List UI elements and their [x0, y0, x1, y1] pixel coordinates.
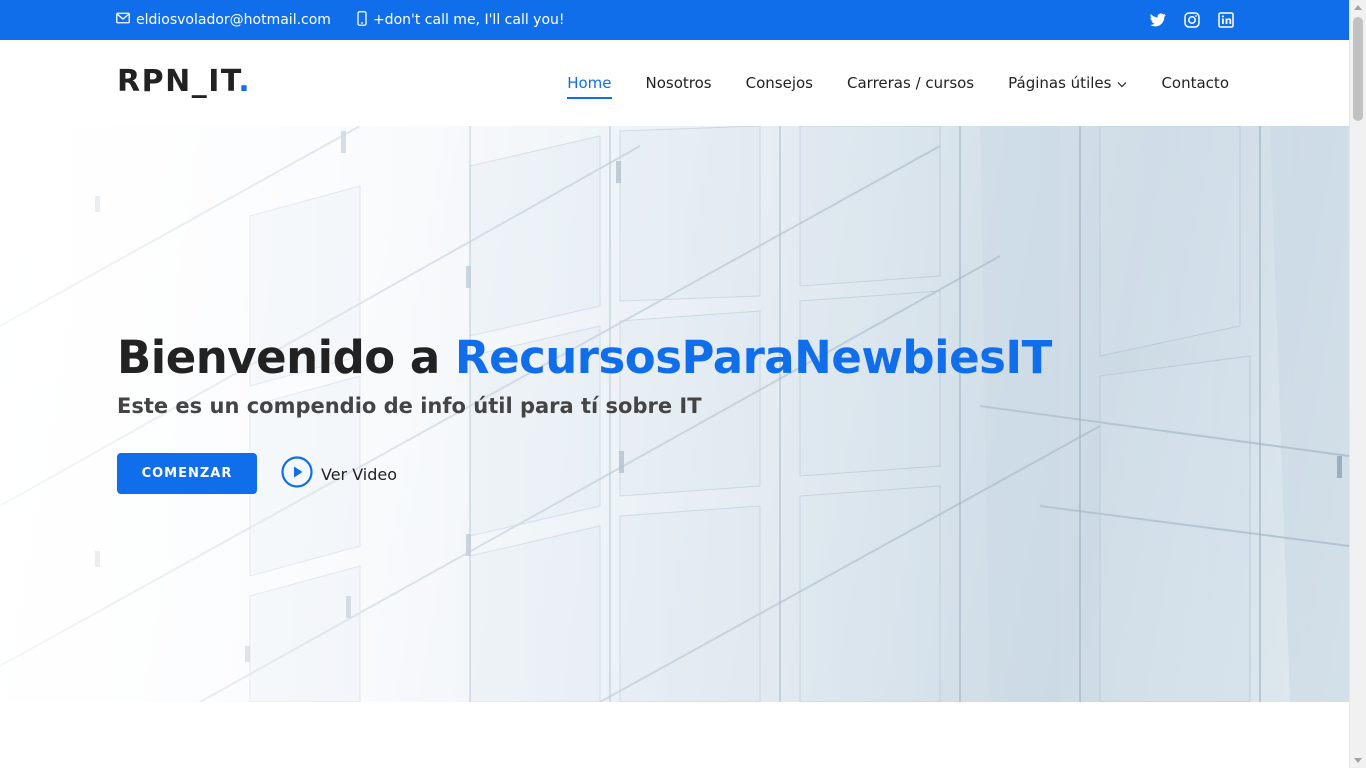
nav-item-paginas-utiles[interactable]: Páginas útiles [1008, 74, 1127, 92]
scroll-down-arrow-icon[interactable] [1354, 758, 1362, 763]
page-scrollbar[interactable] [1349, 0, 1366, 768]
logo-dot: . [238, 64, 252, 99]
phone-text: +don't call me, I'll call you! [372, 12, 565, 28]
nav-item-paginas-label: Páginas útiles [1008, 74, 1112, 92]
contact-info: eldiosvolador@hotmail.com +don't call me… [116, 0, 591, 40]
social-links [1133, 0, 1235, 40]
hero-section: Bienvenido a RecursosParaNewbiesIT Este … [0, 126, 1349, 702]
nav-item-consejos[interactable]: Consejos [746, 74, 813, 92]
email-contact[interactable]: eldiosvolador@hotmail.com [116, 12, 331, 28]
nav-item-nosotros[interactable]: Nosotros [646, 74, 712, 92]
phone-contact: +don't call me, I'll call you! [357, 10, 565, 30]
scrollbar-thumb[interactable] [1353, 17, 1363, 121]
hero-title-brand: RecursosParaNewbiesIT [454, 331, 1052, 384]
chevron-down-icon [1117, 74, 1127, 92]
instagram-icon[interactable] [1183, 11, 1201, 29]
watch-video-label: Ver Video [321, 464, 398, 484]
nav-item-carreras[interactable]: Carreras / cursos [847, 74, 974, 92]
scroll-up-arrow-icon[interactable] [1354, 5, 1362, 10]
watch-video-button[interactable]: Ver Video [281, 456, 398, 492]
top-bar: eldiosvolador@hotmail.com +don't call me… [0, 0, 1349, 40]
nav-item-contacto[interactable]: Contacto [1161, 74, 1229, 92]
phone-icon [357, 10, 373, 30]
logo-text: RPN_IT [117, 64, 239, 99]
envelope-icon [116, 12, 136, 28]
linkedin-icon[interactable] [1217, 11, 1235, 29]
hero-title-prefix: Bienvenido a [117, 331, 455, 384]
hero-title: Bienvenido a RecursosParaNewbiesIT [117, 331, 1052, 384]
email-text: eldiosvolador@hotmail.com [136, 12, 331, 28]
hero-subtitle: Este es un compendio de info útil para t… [117, 394, 702, 418]
site-header: RPN_IT. Home Nosotros Consejos Carreras … [0, 40, 1349, 126]
twitter-icon[interactable] [1149, 11, 1167, 29]
start-button[interactable]: COMENZAR [117, 453, 257, 494]
site-logo[interactable]: RPN_IT. [117, 64, 251, 99]
page: eldiosvolador@hotmail.com +don't call me… [0, 0, 1349, 768]
play-circle-icon [281, 456, 313, 492]
nav-item-home[interactable]: Home [567, 74, 612, 99]
main-nav: Home Nosotros Consejos Carreras / cursos… [533, 40, 1229, 126]
